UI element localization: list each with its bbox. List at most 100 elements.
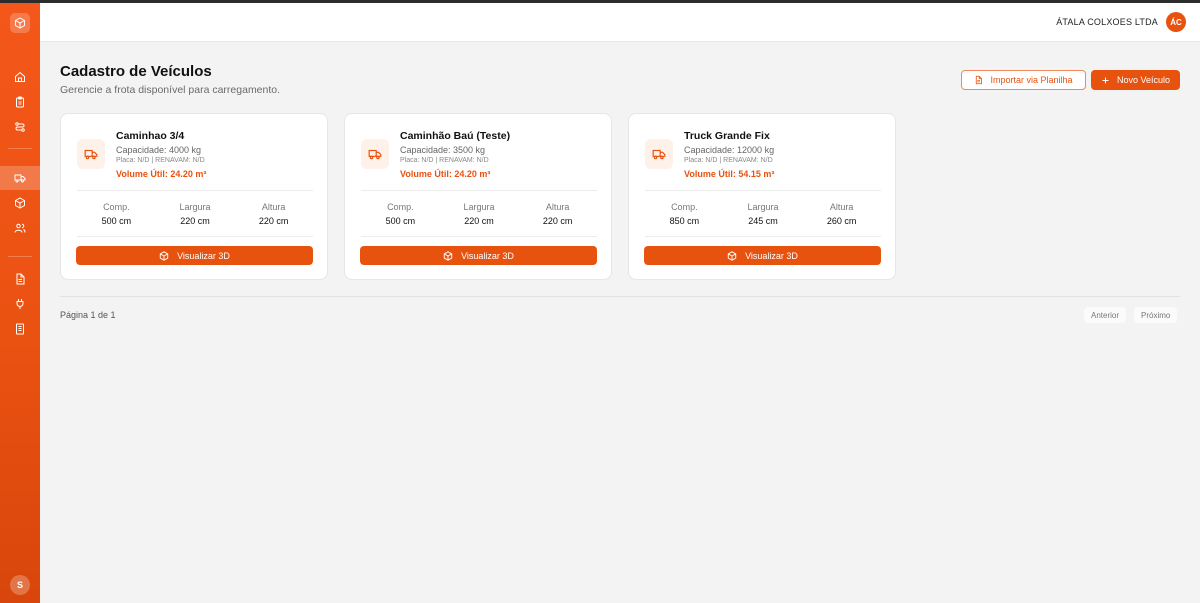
new-vehicle-button[interactable]: Novo Veículo: [1091, 70, 1180, 90]
vehicle-plate-renavam: Placa: N/D | RENAVAM: N/D: [116, 157, 205, 164]
truck-icon: [652, 149, 666, 160]
vehicle-card: Caminhao 3/4 Capacidade: 4000 kg Placa: …: [60, 113, 328, 280]
dimension-value: 850 cm: [669, 216, 700, 226]
dimension-value: 260 cm: [826, 216, 857, 226]
dimension-label: Altura: [545, 202, 570, 212]
window-top-border: [0, 0, 1200, 3]
dimension-height: Altura 220 cm: [523, 202, 593, 226]
view-3d-button[interactable]: Visualizar 3D: [360, 246, 597, 265]
pagination-divider: [60, 296, 1180, 297]
dimension-length: Comp. 850 cm: [649, 202, 719, 226]
dimension-label: Comp.: [671, 202, 698, 212]
vehicle-name: Truck Grande Fix: [684, 130, 770, 142]
package-icon: [15, 17, 25, 29]
vehicle-volume: Volume Útil: 24.20 m³: [400, 169, 491, 179]
file-icon: [16, 273, 25, 285]
sidebar-item-products[interactable]: [0, 191, 40, 215]
vehicle-thumbnail: [645, 139, 673, 169]
card-divider: [77, 236, 313, 237]
new-vehicle-label: Novo Veículo: [1116, 75, 1171, 85]
dimension-width: Largura 220 cm: [160, 202, 230, 226]
package-icon: [159, 250, 169, 261]
sidebar-item-users[interactable]: [0, 216, 40, 240]
dimension-label: Comp.: [103, 202, 130, 212]
sidebar-item-billing[interactable]: [0, 317, 40, 341]
dimension-label: Largura: [747, 202, 779, 212]
vehicle-name: Caminhão Baú (Teste): [400, 130, 511, 142]
view-3d-button[interactable]: Visualizar 3D: [76, 246, 313, 265]
sidebar-divider: [8, 148, 32, 149]
vehicle-dimensions: Comp. 500 cm Largura 220 cm Altura 220 c…: [77, 202, 313, 226]
vehicle-thumbnail: [361, 139, 389, 169]
view-3d-label: Visualizar 3D: [745, 250, 798, 261]
plus-icon: [1102, 77, 1109, 83]
file-icon: [976, 75, 983, 85]
card-divider: [77, 190, 313, 191]
vehicle-dimensions: Comp. 500 cm Largura 220 cm Altura 220 c…: [361, 202, 597, 226]
page-title: Cadastro de Veículos: [60, 63, 212, 80]
dimension-label: Comp.: [387, 202, 414, 212]
sidebar-item-home[interactable]: [0, 65, 40, 89]
vehicle-name: Caminhao 3/4: [116, 130, 185, 142]
vehicle-card: Truck Grande Fix Capacidade: 12000 kg Pl…: [628, 113, 896, 280]
previous-page-button[interactable]: Anterior: [1084, 307, 1127, 323]
vehicle-volume: Volume Útil: 24.20 m³: [116, 169, 207, 179]
dimension-value: 220 cm: [258, 216, 289, 226]
view-3d-button[interactable]: Visualizar 3D: [644, 246, 881, 265]
view-3d-label: Visualizar 3D: [177, 250, 230, 261]
package-icon: [15, 197, 25, 209]
card-divider: [645, 236, 881, 237]
pagination-status: Página 1 de 1: [60, 310, 116, 320]
next-page-button[interactable]: Próximo: [1134, 307, 1178, 323]
truck-icon: [84, 149, 98, 160]
clipboard-icon: [16, 96, 24, 108]
users-icon: [14, 223, 26, 233]
sidebar-item-orders[interactable]: [0, 90, 40, 114]
dimension-label: Altura: [829, 202, 854, 212]
company-avatar[interactable]: ÁC: [1166, 12, 1186, 32]
company-name: ÁTALA COLXOES LTDA: [1056, 17, 1158, 27]
dimension-value: 220 cm: [464, 216, 494, 226]
app-logo[interactable]: [10, 13, 30, 33]
page-subtitle: Gerencie a frota disponível para carrega…: [60, 84, 281, 96]
home-icon: [15, 71, 25, 82]
vehicle-plate-renavam: Placa: N/D | RENAVAM: N/D: [400, 157, 489, 164]
dimension-width: Largura 245 cm: [728, 202, 798, 226]
dimension-width: Largura 220 cm: [444, 202, 514, 226]
dimension-label: Largura: [463, 202, 495, 212]
vehicle-plate-renavam: Placa: N/D | RENAVAM: N/D: [684, 157, 773, 164]
dimension-value: 220 cm: [180, 216, 210, 226]
sidebar-item-routes[interactable]: [0, 115, 40, 139]
route-icon: [15, 122, 25, 132]
package-icon: [443, 250, 453, 261]
vehicle-thumbnail: [77, 139, 105, 169]
vehicle-capacity: Capacidade: 3500 kg: [400, 145, 486, 155]
card-divider: [361, 236, 597, 237]
truck-icon: [14, 174, 26, 183]
truck-icon: [368, 149, 382, 160]
user-menu-avatar[interactable]: S: [10, 575, 30, 595]
dimension-length: Comp. 500 cm: [81, 202, 151, 226]
sidebar-divider: [8, 256, 32, 257]
sidebar-item-documents[interactable]: [0, 267, 40, 291]
plug-icon: [16, 299, 24, 309]
dimension-value: 220 cm: [542, 216, 573, 226]
dimension-height: Altura 220 cm: [239, 202, 309, 226]
dimension-label: Largura: [179, 202, 211, 212]
sidebar-item-vehicles[interactable]: [0, 166, 40, 190]
card-divider: [361, 190, 597, 191]
sidebar-item-integrations[interactable]: [0, 292, 40, 316]
dimension-height: Altura 260 cm: [807, 202, 877, 226]
vehicle-capacity: Capacidade: 12000 kg: [684, 145, 775, 155]
dimension-value: 245 cm: [748, 216, 778, 226]
vehicle-dimensions: Comp. 850 cm Largura 245 cm Altura 260 c…: [645, 202, 881, 226]
vehicle-capacity: Capacidade: 4000 kg: [116, 145, 202, 155]
top-header: ÁTALA COLXOES LTDA ÁC: [40, 3, 1200, 42]
view-3d-label: Visualizar 3D: [461, 250, 514, 261]
dimension-length: Comp. 500 cm: [365, 202, 435, 226]
import-spreadsheet-button[interactable]: Importar via Planilha: [961, 70, 1086, 90]
receipt-icon: [16, 323, 24, 335]
vehicle-card: Caminhão Baú (Teste) Capacidade: 3500 kg…: [344, 113, 612, 280]
card-divider: [645, 190, 881, 191]
vehicle-volume: Volume Útil: 54.15 m³: [684, 169, 775, 179]
